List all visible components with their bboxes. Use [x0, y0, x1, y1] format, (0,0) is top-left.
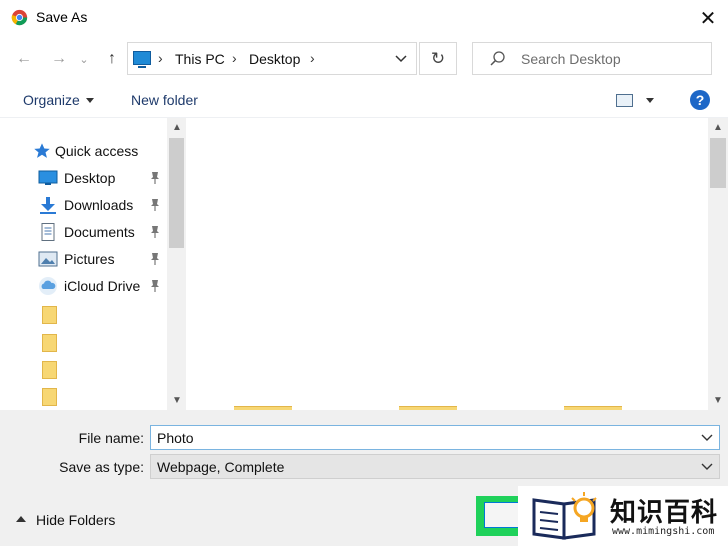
sidebar-item-downloads[interactable]: Downloads	[0, 192, 168, 218]
save-as-type-select[interactable]: Webpage, Complete	[150, 454, 720, 479]
navigation-pane: Quick access Desktop Downloads Documents	[0, 118, 187, 410]
folder-icon[interactable]	[42, 306, 57, 324]
search-icon	[490, 51, 505, 66]
chevron-down-icon: ⌄	[79, 53, 89, 66]
sidebar-item-documents[interactable]: Documents	[0, 219, 168, 245]
sidebar-item-pictures[interactable]: Pictures	[0, 246, 168, 272]
up-button[interactable]: ↑	[101, 48, 123, 70]
sidebar-item-icloud-drive[interactable]: iCloud Drive	[0, 273, 168, 299]
breadcrumb-desktop[interactable]: Desktop	[249, 51, 300, 67]
refresh-button[interactable]: ↻	[419, 42, 457, 75]
breadcrumb-separator: ›	[232, 50, 237, 66]
save-button-highlight[interactable]	[476, 496, 520, 536]
breadcrumb-this-pc[interactable]: This PC	[175, 51, 225, 67]
hide-folders-label: Hide Folders	[36, 512, 116, 528]
back-arrow-icon: ←	[16, 50, 32, 67]
watermark: 知识百科 www.mimingshi.com	[518, 486, 728, 546]
navigation-scrollbar[interactable]: ▲ ▼	[167, 118, 186, 410]
scrollbar-thumb[interactable]	[169, 138, 184, 248]
recent-locations-button[interactable]: ⌄	[77, 48, 91, 70]
scrollbar-thumb[interactable]	[710, 138, 726, 188]
chrome-icon	[11, 9, 28, 26]
sidebar-item-label: Downloads	[64, 197, 134, 213]
organize-button[interactable]: Organize	[23, 92, 80, 108]
scroll-down-icon[interactable]: ▼	[172, 395, 182, 406]
download-icon	[40, 197, 56, 214]
sidebar-item-quick-access[interactable]: Quick access	[0, 138, 168, 164]
file-list-pane[interactable]: ▲ ▼	[187, 118, 728, 410]
sidebar-item-label: Quick access	[55, 143, 139, 159]
sidebar-item-label: Pictures	[64, 251, 115, 267]
file-list-scrollbar[interactable]: ▲ ▼	[708, 118, 728, 410]
sidebar-item-label: iCloud Drive	[64, 278, 141, 294]
close-icon: ✕	[699, 7, 717, 30]
navigation-bar: ← → ⌄ ↑ › This PC › Desktop › ↻ Search D…	[0, 36, 728, 82]
book-lightbulb-logo-icon	[532, 492, 597, 540]
scroll-up-icon[interactable]: ▲	[172, 122, 182, 133]
address-dropdown-button[interactable]	[386, 43, 416, 74]
folder-icon[interactable]	[42, 388, 57, 406]
collapse-caret-icon	[16, 516, 26, 523]
desktop-icon	[38, 170, 58, 185]
folder-icon[interactable]	[42, 334, 57, 352]
command-bar: Organize New folder ?	[0, 82, 728, 118]
view-options-icon[interactable]	[616, 94, 633, 107]
forward-button[interactable]: →	[48, 48, 70, 70]
save-as-type-label: Save as type:	[59, 459, 144, 475]
pin-icon[interactable]	[149, 171, 161, 185]
sidebar-item-desktop[interactable]: Desktop	[0, 165, 168, 191]
pin-icon[interactable]	[149, 198, 161, 212]
chevron-down-icon[interactable]	[701, 431, 713, 443]
pictures-icon	[38, 251, 58, 267]
breadcrumb-separator: ›	[310, 50, 315, 66]
save-as-type-value: Webpage, Complete	[157, 459, 285, 475]
file-name-value: Photo	[157, 430, 194, 446]
chevron-down-icon	[701, 463, 713, 470]
search-box[interactable]: Search Desktop	[472, 42, 712, 75]
new-folder-button[interactable]: New folder	[131, 92, 198, 108]
sidebar-item-label: Documents	[64, 224, 135, 240]
pin-icon[interactable]	[149, 225, 161, 239]
file-name-field[interactable]: Photo	[150, 425, 720, 450]
refresh-icon: ↻	[430, 48, 446, 68]
chevron-down-icon	[395, 54, 407, 62]
folder-icon[interactable]	[42, 361, 57, 379]
forward-arrow-icon: →	[51, 50, 67, 67]
back-button[interactable]: ←	[13, 48, 35, 70]
pin-icon[interactable]	[149, 279, 161, 293]
up-arrow-icon: ↑	[108, 50, 116, 67]
watermark-title: 知识百科	[610, 497, 719, 527]
file-name-label: File name:	[78, 430, 144, 446]
close-button[interactable]: ✕	[688, 0, 728, 36]
watermark-url: www.mimingshi.com	[612, 526, 715, 537]
documents-icon	[41, 223, 55, 241]
icloud-icon	[39, 277, 57, 295]
organize-caret-icon	[86, 98, 94, 103]
breadcrumb-separator: ›	[158, 50, 163, 66]
star-icon	[34, 143, 50, 158]
this-pc-icon	[133, 51, 151, 68]
sidebar-item-label: Desktop	[64, 170, 116, 186]
title-bar: Save As ✕	[0, 0, 728, 36]
scroll-up-icon[interactable]: ▲	[713, 122, 723, 133]
save-button[interactable]	[484, 502, 520, 528]
hide-folders-button[interactable]: Hide Folders	[16, 512, 115, 528]
pin-icon[interactable]	[149, 252, 161, 266]
view-options-caret-icon[interactable]	[646, 98, 654, 103]
window-title: Save As	[36, 9, 88, 25]
scroll-down-icon[interactable]: ▼	[713, 395, 723, 406]
search-input[interactable]: Search Desktop	[521, 51, 621, 67]
help-button[interactable]: ?	[690, 90, 710, 110]
address-bar[interactable]: › This PC › Desktop ›	[127, 42, 417, 75]
